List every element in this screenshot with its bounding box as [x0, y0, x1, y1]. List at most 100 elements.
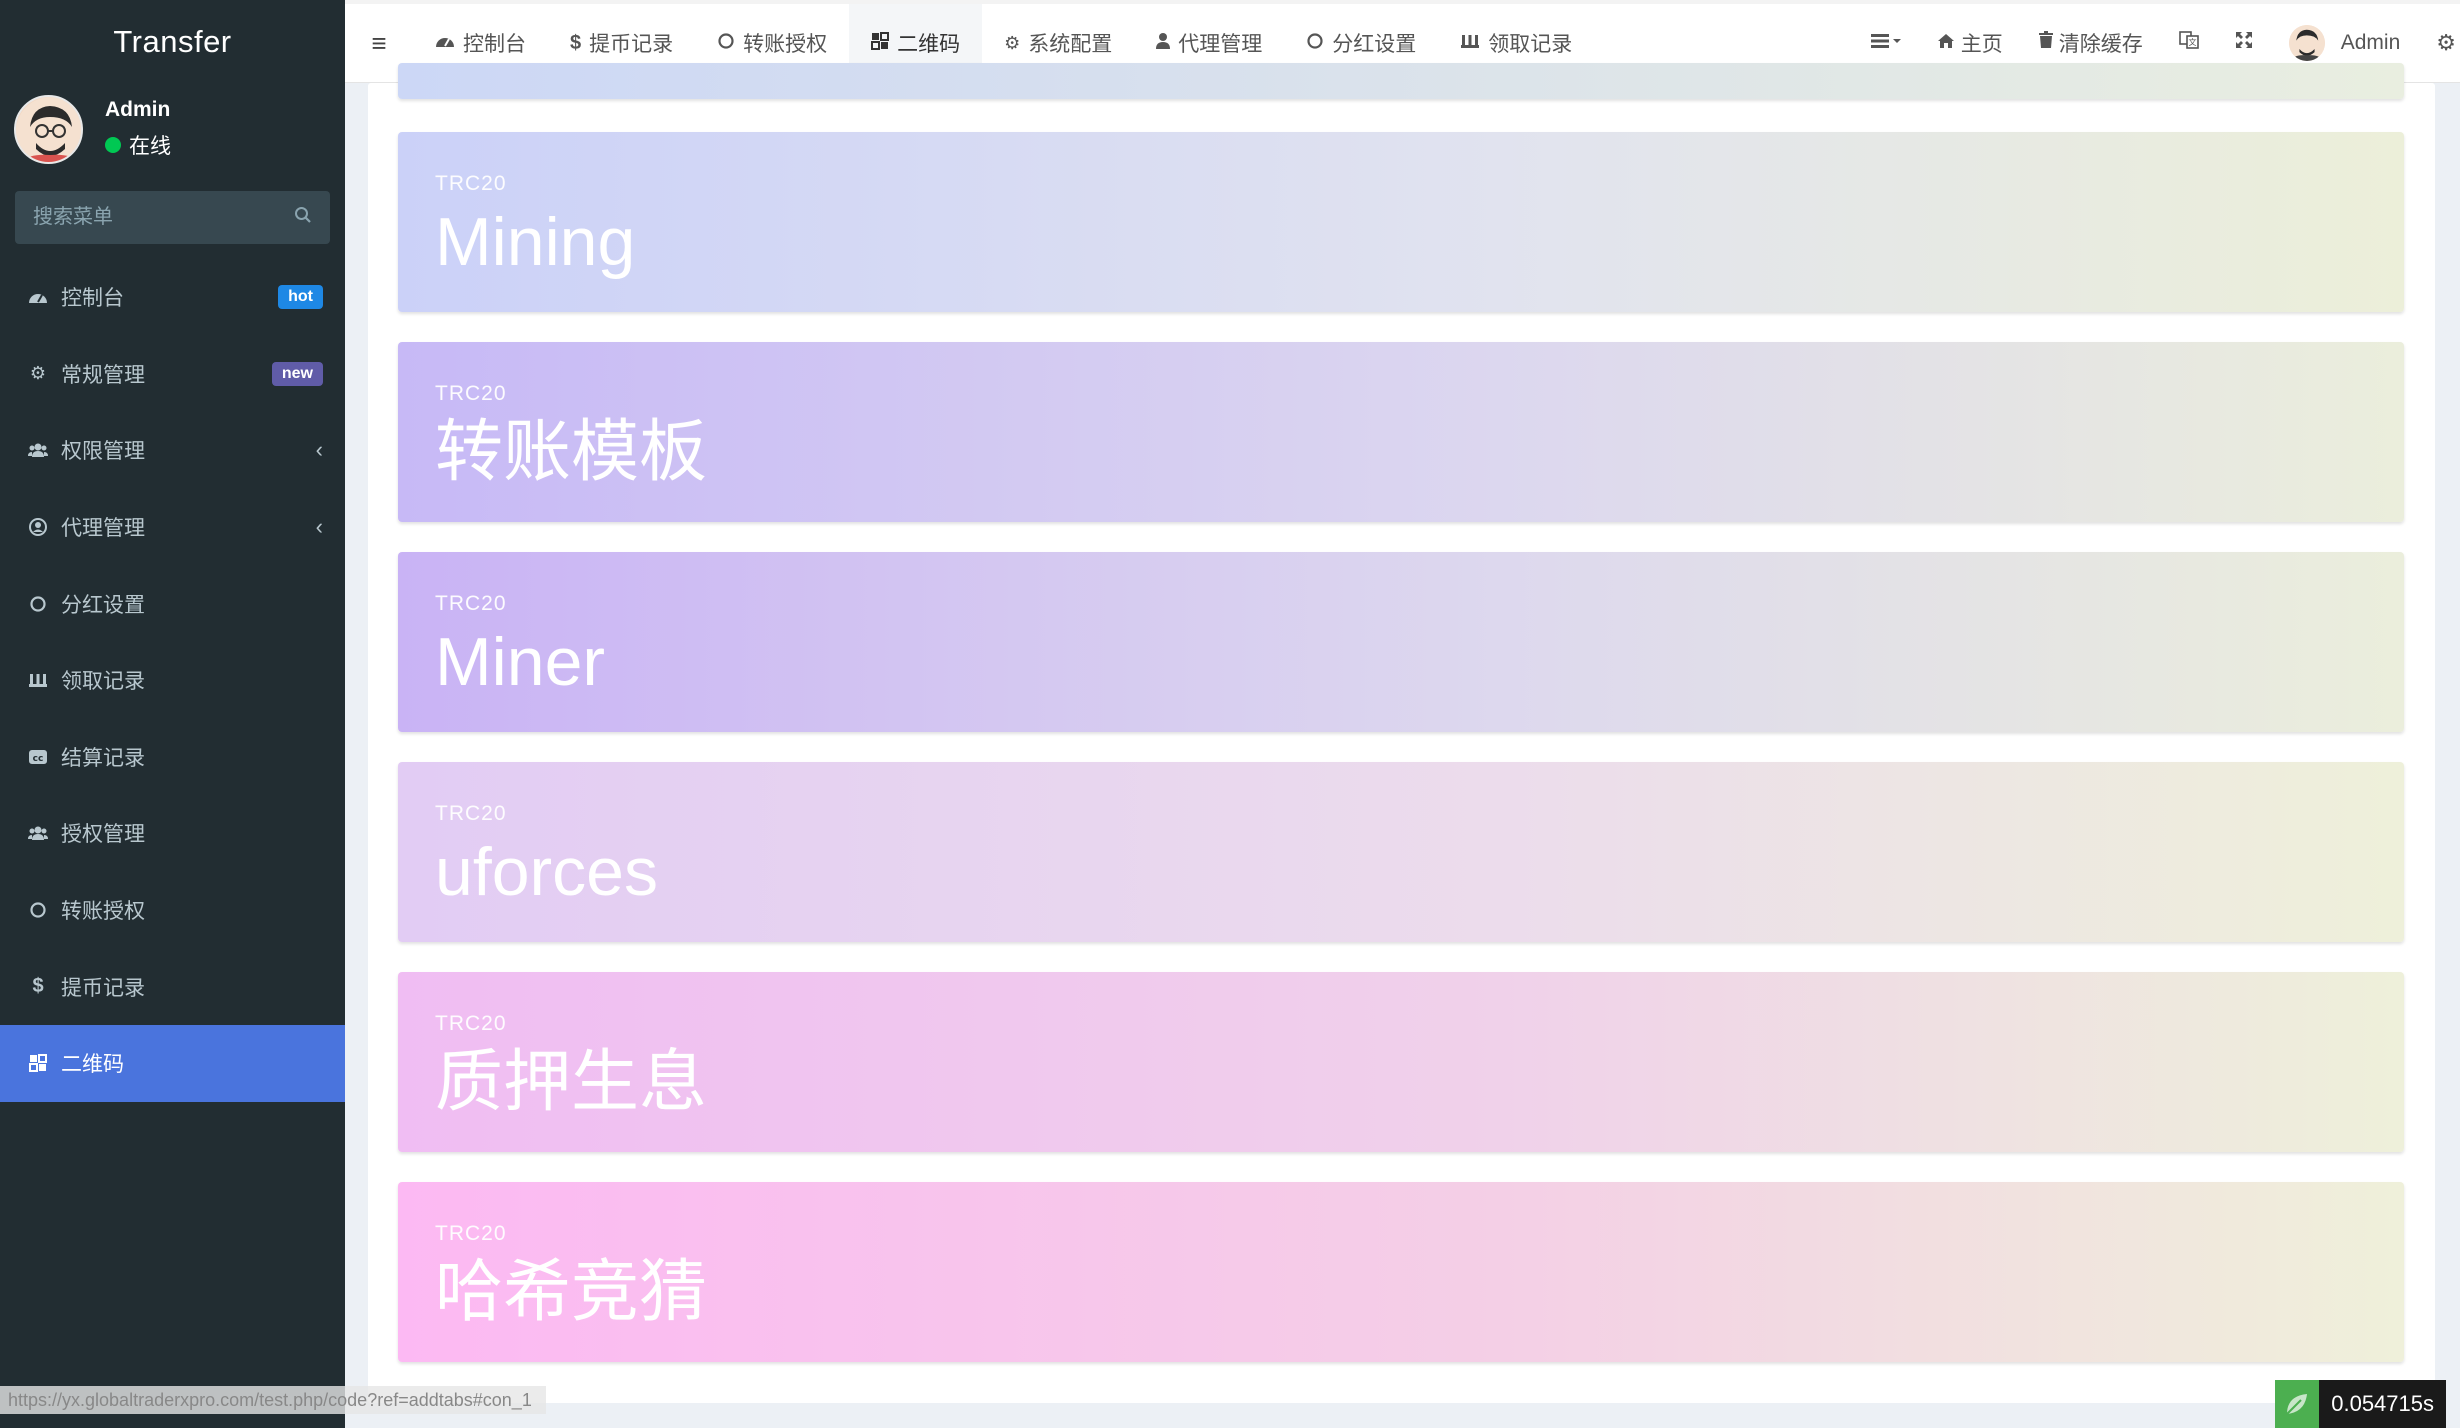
user-icon: [1156, 32, 1171, 55]
dashboard-icon: [435, 33, 455, 54]
card-subtitle: TRC20: [435, 1222, 507, 1245]
product-card[interactable]: TRC20 uforces: [398, 762, 2404, 942]
qrcode-icon: [27, 1052, 49, 1074]
sidebar-item-transfer-auth[interactable]: 转账授权: [0, 872, 345, 949]
card-subtitle: TRC20: [435, 382, 507, 405]
clear-cache-label: 清除缓存: [2058, 33, 2143, 56]
dollar-icon: $: [570, 31, 582, 54]
circle-icon: [27, 899, 49, 921]
card-subtitle: TRC20: [435, 592, 507, 615]
sidebar-item-label: 授权管理: [61, 823, 145, 847]
tab-label: 系统配置: [1028, 33, 1113, 56]
sidebar-item-auth[interactable]: 授权管理: [0, 795, 345, 872]
user-circle-icon: [27, 516, 49, 538]
sidebar-item-dashboard[interactable]: 控制台 hot: [0, 259, 345, 336]
sidebar-item-label: 代理管理: [61, 517, 145, 541]
sidebar-item-label: 常规管理: [61, 363, 145, 387]
sidebar-item-label: 权限管理: [61, 440, 145, 464]
sidebar-item-permissions[interactable]: 权限管理 ‹: [0, 412, 345, 489]
sidebar-item-label: 领取记录: [61, 670, 145, 694]
search-input[interactable]: [33, 206, 263, 229]
home-label: 主页: [1960, 33, 2003, 56]
circle-icon: [1306, 32, 1324, 55]
expand-icon: [2235, 31, 2253, 55]
status-bar-url: https://yx.globaltraderxpro.com/test.php…: [0, 1386, 546, 1414]
svg-text:文: 文: [2188, 37, 2196, 47]
card-title: 质押生息: [435, 1044, 708, 1120]
tab-label: 提币记录: [589, 33, 674, 56]
cogs-icon: ⚙: [29, 363, 47, 384]
chevron-left-icon: ‹: [315, 437, 323, 463]
svg-text:cc: cc: [33, 754, 44, 764]
qrcode-icon: [871, 31, 890, 55]
sidebar-item-label: 提币记录: [61, 976, 145, 1000]
app-title[interactable]: Transfer: [0, 0, 345, 83]
trash-icon: [2038, 31, 2053, 55]
fort-icon: [27, 669, 49, 691]
card-title: uforces: [435, 834, 658, 910]
cog-icon: ⚙: [1004, 32, 1021, 53]
sidebar-item-label: 结算记录: [61, 746, 145, 770]
sidebar-item-claims[interactable]: 领取记录: [0, 642, 345, 719]
tab-label: 二维码: [897, 33, 961, 56]
circle-icon: [27, 593, 49, 615]
user-menu-label: Admin: [2340, 31, 2401, 54]
sidebar-item-dividend[interactable]: 分红设置: [0, 565, 345, 642]
user-status: 在线: [105, 130, 171, 160]
sidebar-item-settlement[interactable]: cc 结算记录: [0, 719, 345, 796]
load-timer: 0.054715s: [2275, 1380, 2446, 1428]
sidebar-item-label: 控制台: [61, 287, 124, 311]
cc-icon: cc: [27, 746, 49, 768]
timer-value: 0.054715s: [2331, 1391, 2434, 1416]
search-box: [15, 191, 330, 244]
user-name: Admin: [105, 98, 171, 121]
hamburger-icon: ≡: [371, 27, 387, 58]
tab-label: 领取记录: [1488, 33, 1573, 56]
sidebar-item-label: 分红设置: [61, 593, 145, 617]
avatar: [2288, 25, 2325, 61]
tab-label: 分红设置: [1332, 33, 1417, 56]
product-card[interactable]: TRC20 Mining: [398, 132, 2404, 312]
leaf-icon: [2275, 1380, 2320, 1428]
main-content: TRC20 Mining TRC20 转账模板 TRC20 Miner TRC2…: [368, 63, 2435, 1403]
card-subtitle: TRC20: [435, 1012, 507, 1035]
chevron-left-icon: ‹: [315, 514, 323, 540]
product-card[interactable]: TRC20 哈希竞猜: [398, 1182, 2404, 1362]
user-panel: Admin 在线: [0, 83, 345, 175]
cogs-icon: ⚙: [2436, 30, 2456, 55]
sidebar-item-withdrawals[interactable]: $ 提币记录: [0, 948, 345, 1025]
avatar: [14, 94, 83, 164]
sidebar-item-agents[interactable]: 代理管理 ‹: [0, 489, 345, 566]
user-status-label: 在线: [129, 135, 171, 158]
new-badge: new: [271, 361, 323, 386]
product-card[interactable]: TRC20 转账模板: [398, 342, 2404, 522]
card-subtitle: TRC20: [435, 802, 507, 825]
hot-badge: hot: [278, 285, 323, 310]
card-title: 转账模板: [435, 414, 708, 490]
dollar-icon: $: [32, 975, 44, 998]
home-icon: [1937, 31, 1955, 55]
card-title: Miner: [435, 624, 606, 700]
product-card[interactable]: TRC20 Miner: [398, 552, 2404, 732]
dashboard-icon: [27, 286, 49, 308]
fort-icon: [1460, 33, 1480, 54]
settings-button[interactable]: ⚙: [2418, 4, 2460, 83]
search-icon[interactable]: [294, 206, 312, 229]
product-card[interactable]: TRC20 质押生息: [398, 972, 2404, 1152]
translate-icon: 文: [2178, 31, 2199, 55]
tab-label: 转账授权: [743, 33, 828, 56]
card-title: 哈希竞猜: [435, 1254, 708, 1330]
tab-label: 代理管理: [1178, 33, 1263, 56]
online-status-icon: [105, 137, 121, 153]
card-partial[interactable]: [398, 63, 2404, 99]
group-icon: [27, 822, 49, 844]
card-title: Mining: [435, 204, 636, 280]
sidebar-item-general[interactable]: ⚙ 常规管理 new: [0, 336, 345, 413]
sidebar-item-label: 转账授权: [61, 900, 145, 924]
group-icon: [27, 439, 49, 461]
circle-icon: [717, 32, 735, 55]
sidebar-item-qrcode[interactable]: 二维码: [0, 1024, 345, 1102]
sidebar-item-label: 二维码: [61, 1053, 124, 1077]
tab-label: 控制台: [463, 33, 526, 56]
sidebar-menu: 控制台 hot ⚙ 常规管理 new 权限管理 ‹ 代理管理 ‹ 分红设置 领取…: [0, 259, 345, 1102]
